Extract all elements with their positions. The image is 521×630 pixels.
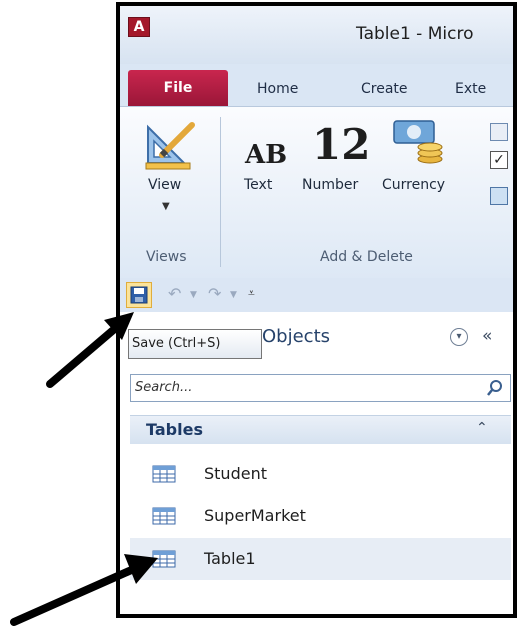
window-title: Table1 - Micro	[356, 24, 474, 44]
collapse-category-icon[interactable]: ⌃	[476, 420, 488, 436]
redo-icon[interactable]: ↷	[208, 284, 221, 303]
access-logo-icon[interactable]: A	[128, 17, 150, 37]
table-icon	[152, 465, 176, 483]
category-header-tables[interactable]: Tables ⌃	[130, 415, 511, 444]
save-tooltip: Save (Ctrl+S)	[128, 329, 262, 359]
text-field-button[interactable]: AB Text	[230, 115, 296, 215]
access-window: A Table1 - Micro File Home Create Exte V…	[116, 2, 517, 618]
quick-access-toolbar: ↶ ▼ ↷ ▼ ⩡	[120, 278, 513, 313]
category-label: Tables	[146, 420, 203, 439]
nav-item-label: Table1	[204, 549, 256, 568]
text-ab-icon: AB	[245, 140, 288, 170]
undo-dropdown-chevron-icon[interactable]: ▼	[190, 290, 197, 300]
search-input[interactable]: Search...	[130, 374, 511, 402]
currency-field-button[interactable]: Currency	[378, 115, 470, 215]
ribbon: View ▼ AB Text 12 Number Currency ✓ View…	[120, 106, 513, 280]
nav-pane-header[interactable]: Objects	[262, 326, 330, 347]
currency-label: Currency	[382, 177, 446, 193]
undo-icon[interactable]: ↶	[168, 284, 181, 303]
nav-item-supermarket[interactable]: SuperMarket	[130, 495, 511, 537]
collapse-pane-icon[interactable]: «	[482, 326, 492, 346]
currency-icon	[393, 120, 443, 164]
view-button[interactable]: View ▼	[128, 115, 212, 235]
navigation-pane: Objects ▾ « Save (Ctrl+S) Search... Tabl…	[120, 312, 513, 614]
yes-no-checkbox-icon[interactable]: ✓	[490, 151, 508, 169]
tab-home[interactable]: Home	[257, 72, 298, 106]
view-dropdown-chevron-icon: ▼	[162, 201, 170, 212]
nav-item-student[interactable]: Student	[130, 453, 511, 495]
nav-item-label: Student	[204, 464, 267, 483]
pointer-arrow-icon	[46, 312, 134, 388]
group-label-views: Views	[146, 249, 187, 265]
nav-item-label: SuperMarket	[204, 506, 306, 525]
number-field-button[interactable]: 12 Number	[300, 115, 382, 215]
group-separator	[220, 117, 221, 267]
tab-create[interactable]: Create	[361, 72, 408, 106]
table-icon	[152, 507, 176, 525]
title-bar: A Table1 - Micro	[120, 6, 513, 64]
tab-external-data[interactable]: Exte	[455, 72, 486, 106]
date-time-icon[interactable]	[490, 123, 508, 141]
pointer-arrow-icon	[10, 554, 158, 626]
customize-toolbar-icon[interactable]: ⩡	[248, 286, 255, 301]
number-12-icon: 12	[312, 120, 371, 169]
text-label: Text	[244, 177, 273, 193]
more-fields-icon[interactable]	[490, 187, 508, 205]
view-design-icon	[145, 122, 195, 170]
nav-item-table1[interactable]: Table1	[130, 538, 511, 580]
number-label: Number	[302, 177, 359, 193]
search-icon[interactable]	[486, 379, 504, 397]
tab-file[interactable]: File	[128, 70, 228, 106]
redo-dropdown-chevron-icon[interactable]: ▼	[230, 290, 237, 300]
group-label-add-delete: Add & Delete	[320, 249, 413, 265]
nav-menu-chevron-icon[interactable]: ▾	[450, 328, 468, 346]
save-disk-icon	[130, 286, 148, 304]
ribbon-tabs: File Home Create Exte	[120, 64, 513, 106]
view-label: View	[148, 177, 182, 193]
